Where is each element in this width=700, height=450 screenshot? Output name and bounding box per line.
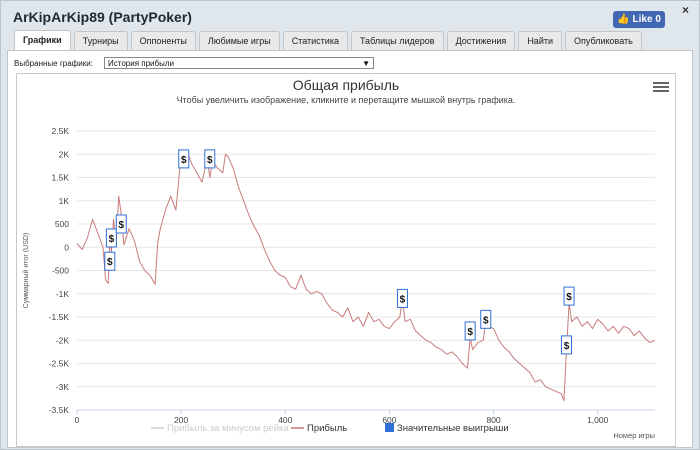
tab-3[interactable]: Оппоненты [130,31,196,50]
tab-1[interactable]: Графики [14,30,71,51]
big-win-marker-label: $ [483,315,489,326]
tab-5[interactable]: Статистика [282,31,348,50]
like-label: Like 0 [632,14,661,25]
tab-6[interactable]: Таблицы лидеров [350,31,444,50]
y-tick-label: 0 [64,242,69,252]
big-win-marker-label: $ [467,327,473,338]
big-win-marker-label: $ [400,294,406,305]
window-title: ArKipArKip89 (PartyPoker) [13,9,192,25]
tab-bar: Графики Турниры Оппоненты Любимые игры Стати… [14,30,642,51]
x-axis-label: Номер игры [613,431,655,440]
y-tick-label: -3K [56,382,70,392]
profit-chart[interactable]: Общая прибыль Чтобы увеличить изображение… [17,74,675,446]
graph-select[interactable]: История прибыли ▼ [104,57,374,69]
big-win-marker-label: $ [207,155,213,166]
big-win-marker: $ [105,228,117,248]
x-tick-label: 0 [75,415,80,425]
x-tick-label: 1,000 [587,415,609,425]
big-win-marker: $ [480,309,492,329]
big-win-marker: $ [104,251,116,271]
chart-subtitle: Чтобы увеличить изображение, кликните и … [177,95,516,105]
tab-9[interactable]: Опубликовать [565,31,642,50]
big-win-marker-label: $ [107,257,113,268]
tab-8[interactable]: Найти [518,31,562,50]
legend-box-swatch [385,423,394,432]
graph-select-label: Выбранные графики: [14,59,93,68]
facebook-like-button[interactable]: 👍 Like 0 [613,11,665,28]
big-win-marker-label: $ [564,341,570,352]
close-icon[interactable]: × [682,3,689,17]
legend-item-label[interactable]: Значительные выигрыши [397,423,509,434]
y-tick-label: -1.5K [49,312,70,322]
big-win-marker-label: $ [566,292,572,303]
big-win-marker: $ [396,288,408,308]
big-win-marker: $ [204,149,216,169]
y-tick-label: 500 [55,219,69,229]
y-tick-label: 2K [59,149,70,159]
graph-select-value: История прибыли [108,59,174,68]
big-win-marker: $ [178,149,190,169]
tab-content: Выбранные графики: История прибыли ▼ Общ… [7,50,693,448]
big-win-marker-label: $ [181,155,187,166]
chart-title: Общая прибыль [293,77,399,93]
y-tick-label: -2.5K [49,359,70,369]
y-tick-label: -3.5K [49,405,70,415]
legend-item-label[interactable]: Прибыль [307,423,347,434]
y-tick-label: -2K [56,335,70,345]
chart-container[interactable]: Общая прибыль Чтобы увеличить изображение… [16,73,676,447]
thumbs-up-icon: 👍 [617,14,630,25]
big-win-marker-label: $ [109,234,115,245]
y-tick-label: 1.5K [52,173,70,183]
tab-4[interactable]: Любимые игры [198,31,280,50]
big-win-marker: $ [464,321,476,341]
y-tick-label: 1K [59,196,70,206]
dropdown-arrow-icon: ▼ [362,59,370,68]
y-tick-label: 2.5K [52,126,70,136]
tab-7[interactable]: Достижения [446,31,516,50]
player-window: ArKipArKip89 (PartyPoker) 👍 Like 0 × Гра… [0,0,700,450]
big-win-marker: $ [560,335,572,355]
big-win-marker: $ [563,286,575,306]
tab-2[interactable]: Турниры [73,31,128,50]
y-tick-label: -1K [56,289,70,299]
chart-menu-icon[interactable] [653,80,669,94]
big-win-marker: $ [115,214,127,234]
legend-item-label[interactable]: Прибыль за минусом рейка [167,423,289,434]
y-axis-label: Суммарный итог (USD) [22,233,30,309]
big-win-marker-label: $ [118,220,124,231]
y-tick-label: -500 [52,266,69,276]
